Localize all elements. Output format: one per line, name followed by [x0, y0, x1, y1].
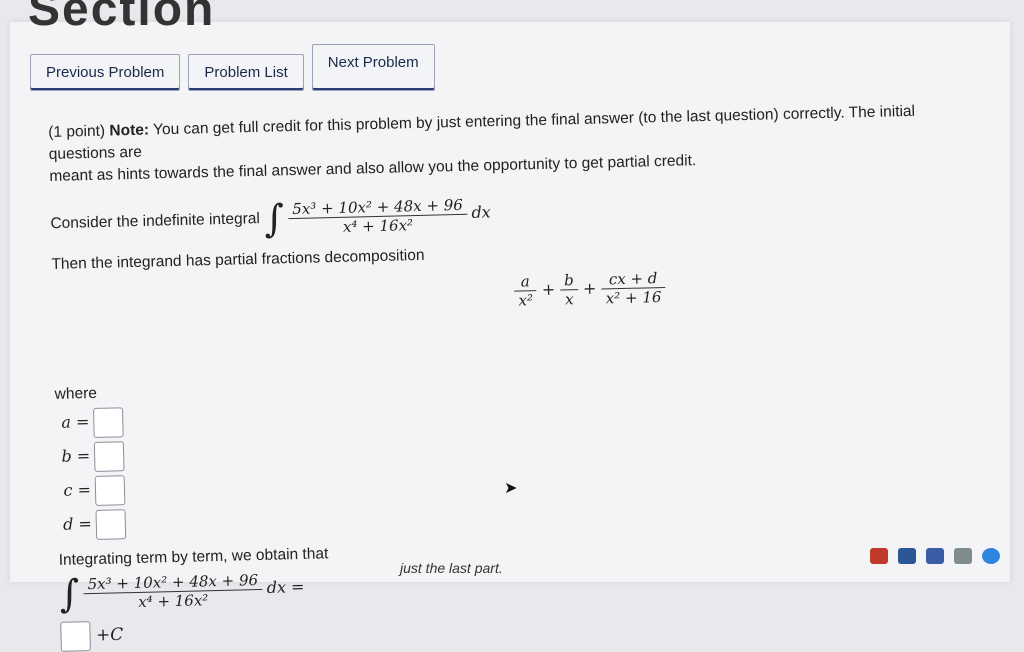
answer-d-input[interactable]	[95, 508, 127, 540]
taskbar-tray	[870, 548, 1000, 564]
problem-content: (1 point) Note: You can get full credit …	[48, 99, 991, 652]
footnote: just the last part.	[400, 560, 503, 576]
problem-nav: Previous Problem Problem List Next Probl…	[30, 44, 435, 91]
word-icon[interactable]	[898, 548, 916, 564]
problem-page: Section Previous Problem Problem List Ne…	[10, 0, 1010, 652]
problem-list-button[interactable]: Problem List	[188, 54, 304, 91]
browser-icon[interactable]	[982, 548, 1000, 564]
previous-problem-button[interactable]: Previous Problem	[30, 54, 181, 91]
variable-answers: a = b = c = d =	[55, 383, 988, 542]
integral-sign-icon: ∫	[263, 196, 285, 241]
answer-b-input[interactable]	[93, 440, 125, 472]
mouse-cursor-icon: ➤	[504, 480, 518, 497]
app-icon[interactable]	[870, 548, 888, 564]
zoom-icon[interactable]	[926, 548, 944, 564]
integral-sign-icon: ∫	[58, 571, 80, 616]
app-icon[interactable]	[954, 548, 972, 564]
integrand: 5x³ + 10x² + 48x + 96 x⁴ + 16x²	[288, 195, 468, 236]
answer-c-input[interactable]	[94, 474, 126, 506]
final-answer-input[interactable]	[60, 621, 91, 652]
partial-fraction-form: a x² + bx + cx + d x² + 16	[513, 261, 983, 318]
answer-a-input[interactable]	[92, 406, 124, 438]
section-title: Section	[28, 0, 216, 36]
next-problem-button[interactable]: Next Problem	[311, 44, 435, 91]
